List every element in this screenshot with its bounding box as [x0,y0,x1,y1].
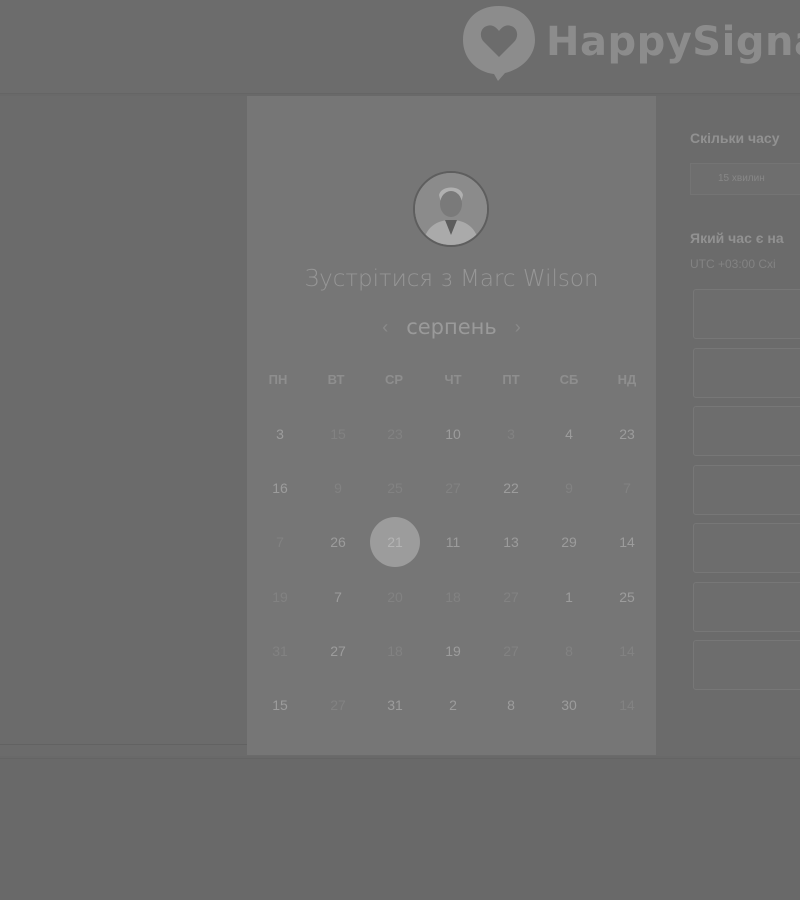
calendar-day[interactable]: 1 [544,572,594,622]
calendar-day: 9 [334,480,342,496]
calendar-day: 14 [619,697,635,713]
time-slot-button[interactable] [693,581,800,632]
time-label: Який час є на [690,230,784,246]
calendar-day[interactable]: 26 [313,517,363,567]
time-slot-button[interactable] [693,523,800,573]
time-slot-button[interactable] [693,464,800,515]
brand-name: HappySigna [546,19,800,65]
booking-calendar-card: Зустрітися з Marc Wilson ‹ серпень › ПН … [247,96,656,755]
time-slot-button[interactable] [693,640,800,690]
calendar-day: 27 [445,480,461,496]
duration-label: Скільки часу [690,130,780,146]
timezone-label[interactable]: UTC +03:00 Схі [690,257,776,271]
calendar-day: 20 [387,589,403,605]
heart-speech-bubble-icon [463,6,535,81]
calendar-day[interactable]: 2 [428,680,478,730]
calendar-day[interactable]: 13 [486,517,536,567]
calendar-day: 27 [330,697,346,713]
calendar-day: 7 [276,534,284,550]
calendar-day[interactable]: 27 [313,626,363,676]
calendar-day[interactable]: 25 [602,572,652,622]
calendar-day: 3 [507,426,515,442]
calendar-day[interactable]: 14 [602,517,652,567]
calendar-day[interactable]: 31 [370,680,420,730]
calendar-day-selected[interactable]: 21 [370,517,420,567]
calendar-day: 9 [565,480,573,496]
divider [0,744,248,745]
calendar-day[interactable]: 16 [255,463,305,513]
duration-select[interactable]: 15 хвилин [690,163,800,195]
calendar-day: 25 [387,480,403,496]
divider [0,758,800,759]
calendar-day-grid: 3 15 23 10 3 4 23 16 9 25 27 22 9 7 7 26 21 11 13 29 14 19 7 20… [247,96,656,755]
calendar-day: 7 [623,480,631,496]
calendar-day: 27 [503,589,519,605]
calendar-day[interactable]: 11 [428,517,478,567]
calendar-day: 31 [272,643,288,659]
calendar-day[interactable]: 23 [602,409,652,459]
calendar-day[interactable]: 3 [255,409,305,459]
calendar-day[interactable]: 4 [544,409,594,459]
calendar-day[interactable]: 15 [255,680,305,730]
time-slot-button[interactable] [693,289,800,339]
calendar-day[interactable]: 19 [428,626,478,676]
calendar-day: 14 [619,643,635,659]
calendar-day: 27 [503,643,519,659]
calendar-day[interactable]: 30 [544,680,594,730]
calendar-day: 23 [387,426,403,442]
calendar-day[interactable]: 8 [486,680,536,730]
brand-logo[interactable]: HappySigna [460,2,800,82]
calendar-day[interactable]: 29 [544,517,594,567]
calendar-day: 19 [272,589,288,605]
calendar-day[interactable]: 22 [486,463,536,513]
calendar-day[interactable]: 7 [313,572,363,622]
calendar-day: 18 [387,643,403,659]
calendar-day: 8 [565,643,573,659]
calendar-day: 15 [330,426,346,442]
duration-value: 15 хвилин [718,173,765,184]
time-slot-button[interactable] [693,406,800,456]
top-header: HappySigna [0,0,800,94]
calendar-day: 18 [445,589,461,605]
time-slot-button[interactable] [693,347,800,398]
time-selection-panel: Скільки часу 15 хвилин Який час є на UTC… [690,96,800,756]
calendar-day[interactable]: 10 [428,409,478,459]
